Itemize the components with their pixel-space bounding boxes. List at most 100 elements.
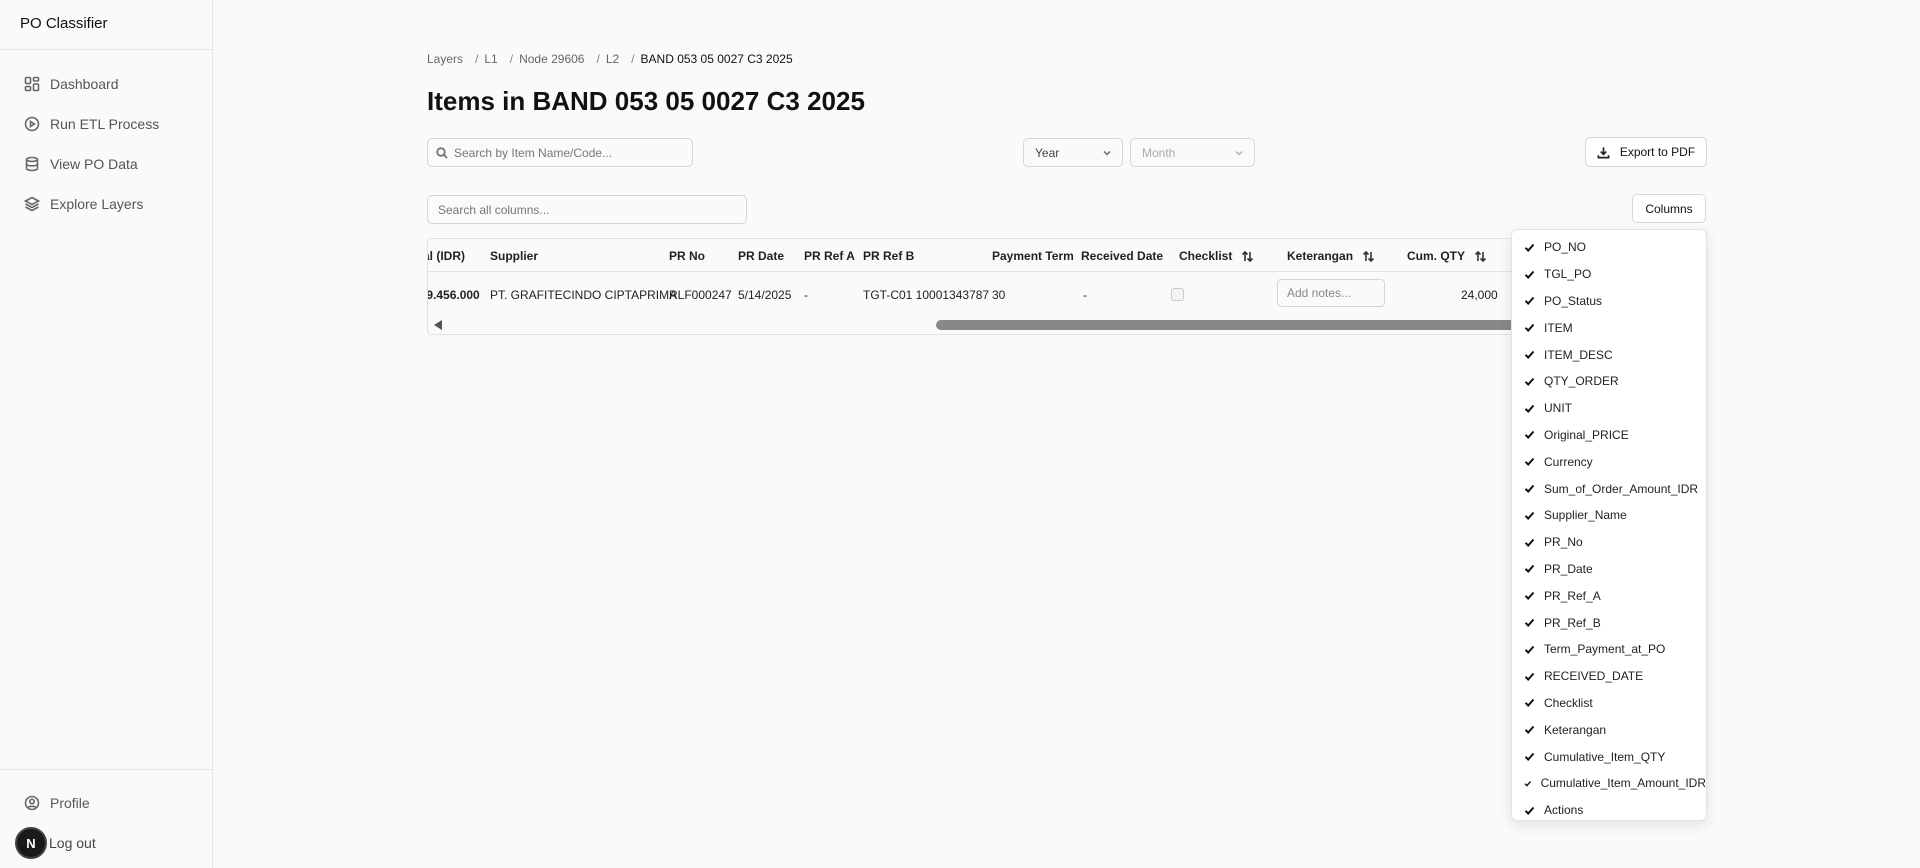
cell-cum-qty: 24,000	[1461, 288, 1498, 302]
column-toggle-item[interactable]: Term_Payment_at_PO	[1512, 636, 1706, 663]
column-header-keterangan[interactable]: Keterangan	[1287, 249, 1375, 263]
column-toggle-label: Actions	[1544, 803, 1584, 818]
breadcrumb-separator: /	[596, 52, 600, 66]
year-select[interactable]: Year	[1023, 138, 1123, 167]
check-icon	[1524, 780, 1532, 787]
column-toggle-label: Checklist	[1544, 695, 1593, 710]
column-header-pr-date[interactable]: PR Date	[738, 249, 784, 263]
play-circle-icon	[24, 116, 40, 132]
breadcrumb-separator: /	[509, 52, 514, 66]
column-toggle-item[interactable]: PR_Date	[1512, 556, 1706, 583]
checklist-checkbox[interactable]	[1171, 288, 1184, 301]
sidebar-item-label: View PO Data	[50, 156, 138, 172]
sidebar-nav: Dashboard Run ETL Process View PO Data E…	[0, 50, 212, 224]
search-all-input[interactable]	[438, 202, 728, 217]
user-circle-icon	[24, 795, 40, 811]
sidebar-item-label: Log out	[49, 835, 96, 851]
column-toggle-item[interactable]: PO_NO	[1512, 234, 1706, 261]
sidebar-item-explore-layers[interactable]: Explore Layers	[0, 184, 212, 224]
column-toggle-item[interactable]: Actions	[1512, 797, 1706, 824]
layers-icon	[24, 196, 40, 212]
cell-pr-ref-a: -	[804, 288, 808, 302]
check-icon	[1524, 806, 1535, 815]
column-toggle-item[interactable]: Cumulative_Item_QTY	[1512, 743, 1706, 770]
column-toggle-item[interactable]: PR_Ref_A	[1512, 582, 1706, 609]
sidebar-item-profile[interactable]: Profile	[0, 783, 212, 823]
export-pdf-button[interactable]: Export to PDF	[1585, 137, 1707, 167]
column-toggle-item[interactable]: ITEM_DESC	[1512, 341, 1706, 368]
column-toggle-item[interactable]: Checklist	[1512, 690, 1706, 717]
dashboard-icon	[24, 76, 40, 92]
column-header-checklist[interactable]: Checklist	[1179, 249, 1254, 263]
sort-icon[interactable]	[1362, 250, 1375, 263]
sort-icon[interactable]	[1241, 250, 1254, 263]
month-select[interactable]: Month	[1130, 138, 1255, 167]
column-toggle-label: PR_Date	[1544, 561, 1593, 576]
export-pdf-label: Export to PDF	[1619, 145, 1696, 159]
item-search-input[interactable]	[454, 145, 674, 160]
column-toggle-item[interactable]: Original_PRICE	[1512, 422, 1706, 449]
column-toggle-label: ITEM	[1544, 320, 1573, 335]
column-toggle-label: PR_Ref_A	[1544, 588, 1601, 603]
column-toggle-item[interactable]: Cumulative_Item_Amount_IDR	[1512, 770, 1706, 797]
column-header-received-date[interactable]: Received Date	[1081, 249, 1163, 263]
column-header-pr-no[interactable]: PR No	[669, 249, 705, 263]
database-icon	[25, 156, 39, 172]
check-icon	[1524, 324, 1535, 333]
sidebar-item-label: Run ETL Process	[50, 116, 160, 132]
column-toggle-label: UNIT	[1544, 401, 1572, 416]
check-icon	[1524, 458, 1535, 467]
breadcrumb-item[interactable]: Node 29606	[519, 52, 584, 66]
check-icon	[1524, 431, 1535, 440]
column-toggle-item[interactable]: ITEM	[1512, 314, 1706, 341]
breadcrumb-item[interactable]: Layers	[427, 52, 463, 66]
item-search-field[interactable]	[427, 138, 693, 167]
column-toggle-item[interactable]: UNIT	[1512, 395, 1706, 422]
column-toggle-item[interactable]: PR_No	[1512, 529, 1706, 556]
notes-input[interactable]	[1287, 286, 1377, 300]
column-header-pr-ref-b[interactable]: PR Ref B	[863, 249, 914, 263]
check-icon	[1524, 350, 1535, 360]
sort-icon[interactable]	[1474, 250, 1487, 263]
sidebar-item-view-po-data[interactable]: View PO Data	[0, 144, 212, 184]
column-toggle-item[interactable]: TGL_PO	[1512, 261, 1706, 288]
column-toggle-item[interactable]: PR_Ref_B	[1512, 609, 1706, 636]
check-icon	[1524, 645, 1535, 654]
column-header-supplier[interactable]: Supplier	[490, 249, 538, 263]
cell-amount: .9.456.000	[427, 288, 480, 302]
column-header-pr-ref-a[interactable]: PR Ref A	[804, 249, 855, 263]
column-toggle-item[interactable]: Currency	[1512, 448, 1706, 475]
column-toggle-item[interactable]: Supplier_Name	[1512, 502, 1706, 529]
column-header-amount[interactable]: al (IDR)	[428, 249, 465, 263]
check-icon	[1524, 484, 1535, 494]
check-icon	[1524, 243, 1535, 252]
column-header-label: Cum. QTY	[1407, 249, 1466, 263]
sidebar-item-dashboard[interactable]: Dashboard	[0, 64, 212, 104]
check-icon	[1524, 270, 1535, 279]
sidebar-item-run-etl[interactable]: Run ETL Process	[0, 104, 212, 144]
column-toggle-item[interactable]: Keterangan	[1512, 716, 1706, 743]
breadcrumb-item[interactable]: L2	[606, 52, 619, 66]
column-toggle-label: PR_Ref_B	[1544, 615, 1601, 630]
check-icon	[1524, 618, 1535, 628]
search-icon	[436, 146, 448, 159]
column-toggle-item[interactable]: RECEIVED_DATE	[1512, 663, 1706, 690]
column-header-cum-qty[interactable]: Cum. QTY	[1407, 249, 1487, 263]
check-icon	[1524, 726, 1535, 735]
notes-field[interactable]	[1277, 279, 1385, 307]
column-toggle-item[interactable]: PO_Status	[1512, 288, 1706, 315]
scroll-left-arrow[interactable]	[434, 320, 442, 330]
column-toggle-label: PO_Status	[1544, 293, 1603, 308]
column-toggle-label: PO_NO	[1544, 240, 1587, 255]
columns-button[interactable]: Columns	[1632, 194, 1706, 223]
column-header-payment-term[interactable]: Payment Term	[992, 249, 1074, 263]
search-all-field[interactable]	[427, 195, 747, 224]
check-icon	[1524, 565, 1535, 574]
year-select-label: Year	[1035, 145, 1060, 160]
column-toggle-item[interactable]: Sum_of_Order_Amount_IDR	[1512, 475, 1706, 502]
chevron-down-icon	[1235, 150, 1243, 156]
avatar[interactable]: N	[15, 827, 47, 859]
breadcrumb-item[interactable]: L1	[484, 52, 497, 66]
sidebar: PO Classifier Dashboard Run ETL Process …	[0, 0, 213, 868]
column-toggle-item[interactable]: QTY_ORDER	[1512, 368, 1706, 395]
